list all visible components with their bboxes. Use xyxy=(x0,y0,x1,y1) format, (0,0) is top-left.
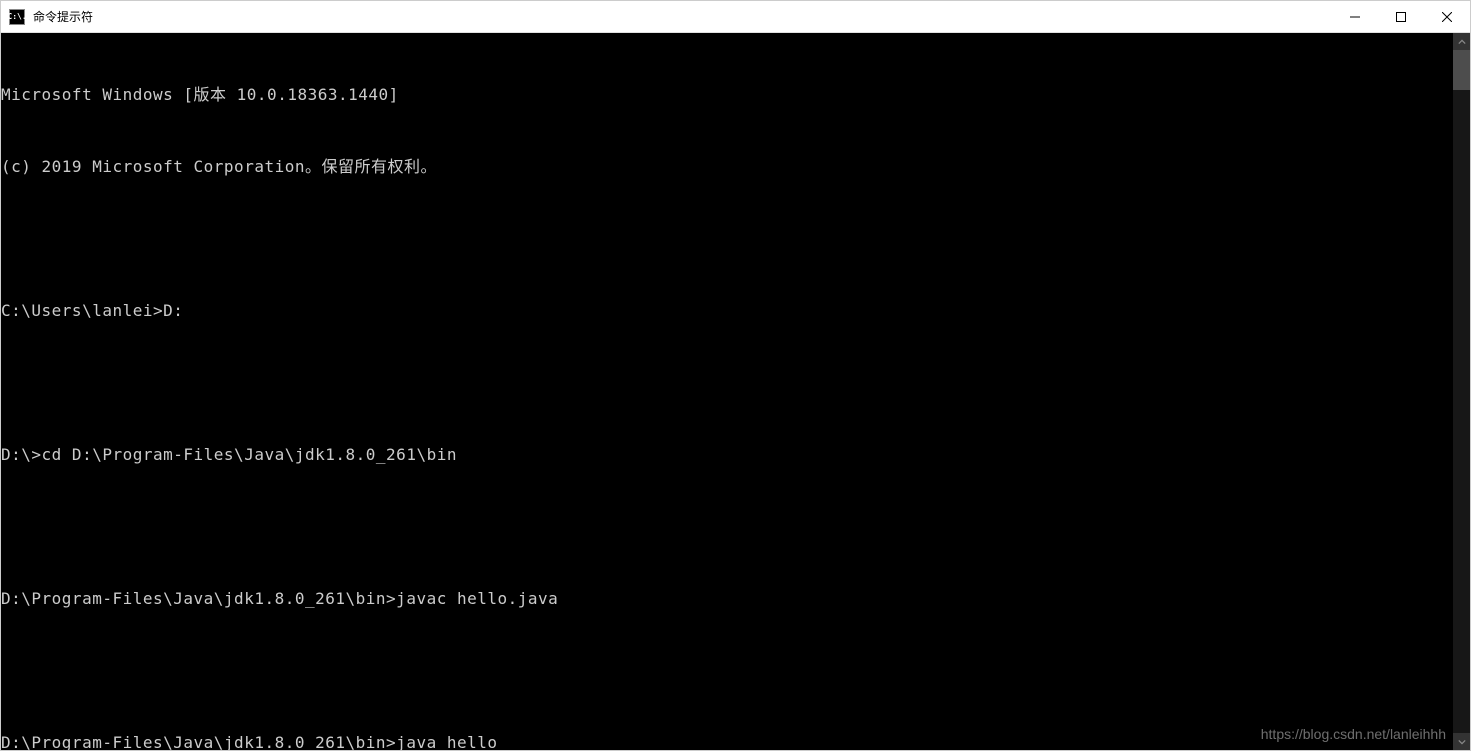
window-controls xyxy=(1332,1,1470,32)
chevron-up-icon xyxy=(1458,38,1466,46)
maximize-icon xyxy=(1396,12,1406,22)
vertical-scrollbar[interactable] xyxy=(1453,33,1470,750)
app-icon: C:\. xyxy=(9,9,25,25)
terminal-line: D:\Program-Files\Java\jdk1.8.0_261\bin>j… xyxy=(1,587,1453,611)
chevron-down-icon xyxy=(1458,738,1466,746)
window-title: 命令提示符 xyxy=(33,8,93,25)
maximize-button[interactable] xyxy=(1378,1,1424,32)
terminal-line: Microsoft Windows [版本 10.0.18363.1440] xyxy=(1,83,1453,107)
scrollbar-up-button[interactable] xyxy=(1453,33,1470,50)
scrollbar-thumb[interactable] xyxy=(1453,50,1470,90)
terminal-content[interactable]: Microsoft Windows [版本 10.0.18363.1440] (… xyxy=(1,33,1453,750)
terminal-line: (c) 2019 Microsoft Corporation。保留所有权利。 xyxy=(1,155,1453,179)
close-button[interactable] xyxy=(1424,1,1470,32)
terminal-line xyxy=(1,515,1453,539)
terminal-line xyxy=(1,371,1453,395)
titlebar-left: C:\. 命令提示符 xyxy=(9,8,93,25)
minimize-icon xyxy=(1350,12,1360,22)
command-prompt-window: C:\. 命令提示符 Microsoft Windows [版本 10.0.18… xyxy=(0,0,1471,751)
terminal-line xyxy=(1,227,1453,251)
terminal-area[interactable]: Microsoft Windows [版本 10.0.18363.1440] (… xyxy=(1,33,1470,750)
terminal-line: D:\>cd D:\Program-Files\Java\jdk1.8.0_26… xyxy=(1,443,1453,467)
terminal-line: D:\Program-Files\Java\jdk1.8.0_261\bin>j… xyxy=(1,731,1453,750)
minimize-button[interactable] xyxy=(1332,1,1378,32)
scrollbar-down-button[interactable] xyxy=(1453,733,1470,750)
titlebar[interactable]: C:\. 命令提示符 xyxy=(1,1,1470,33)
close-icon xyxy=(1442,12,1452,22)
app-icon-text: C:\. xyxy=(7,12,26,21)
scrollbar-track[interactable] xyxy=(1453,50,1470,733)
terminal-line: C:\Users\lanlei>D: xyxy=(1,299,1453,323)
terminal-line xyxy=(1,659,1453,683)
